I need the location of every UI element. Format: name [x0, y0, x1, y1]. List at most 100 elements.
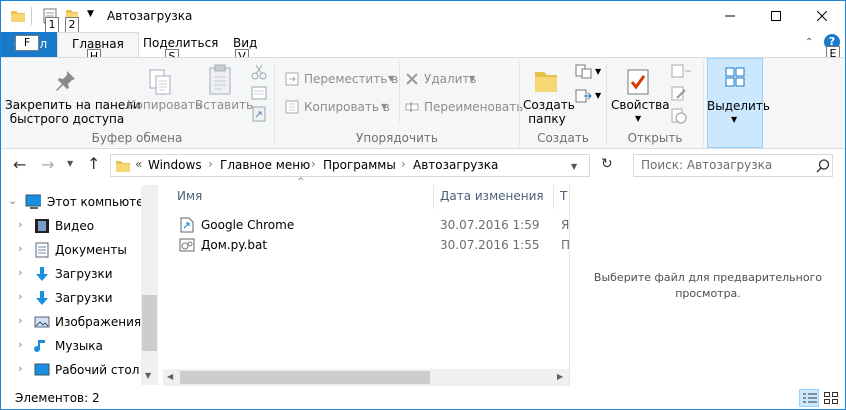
- expand-icon[interactable]: ⌄: [8, 194, 17, 207]
- crumb-start-menu[interactable]: Главное меню: [220, 158, 310, 172]
- crumb-separator-icon[interactable]: ›: [311, 157, 316, 171]
- keytip-file: F: [15, 35, 39, 51]
- download-icon: [36, 267, 48, 281]
- crumb-startup[interactable]: Автозагрузка: [413, 158, 498, 172]
- nav-item-pictures[interactable]: › Изображения: [1, 311, 141, 335]
- large-icons-view-button[interactable]: [821, 389, 841, 407]
- delete-icon: [406, 73, 418, 85]
- horizontal-scrollbar[interactable]: ◀ ▶: [163, 369, 569, 386]
- nav-item-desktop[interactable]: › Рабочий стол: [1, 359, 141, 383]
- copy-path-icon[interactable]: [251, 86, 267, 100]
- file-row[interactable]: Дом.py.bat 30.07.2016 1:55 П: [177, 235, 570, 255]
- collapse-chevron-icon[interactable]: ›: [18, 266, 22, 279]
- address-overflow[interactable]: «: [135, 157, 142, 171]
- nav-label: Видео: [55, 219, 95, 233]
- select-button[interactable]: Выделить ▼: [707, 58, 770, 148]
- preview-pane: Выберите файл для предварительного просм…: [569, 185, 845, 385]
- nav-label: Музыка: [55, 339, 103, 353]
- paste-button[interactable]: Вставить: [195, 62, 253, 122]
- collapse-chevron-icon[interactable]: ›: [18, 290, 22, 303]
- organize-divider: [399, 62, 400, 122]
- easy-access-dropdown-icon[interactable]: ▼: [595, 91, 601, 100]
- properties-label: Свойства: [611, 98, 670, 112]
- move-to-button[interactable]: Переместить в ▼: [285, 70, 398, 90]
- file-name: Дом.py.bat: [201, 238, 268, 252]
- column-divider[interactable]: [553, 185, 554, 209]
- column-header-name[interactable]: Имя: [177, 189, 202, 203]
- up-button[interactable]: ↑: [87, 154, 100, 173]
- easy-access-icon[interactable]: [575, 88, 593, 104]
- history-icon[interactable]: [671, 108, 687, 124]
- nav-label: Загрузки: [55, 291, 113, 305]
- collapse-chevron-icon[interactable]: ›: [18, 242, 22, 255]
- pin-button[interactable]: Закрепить на панели быстрого доступа: [5, 62, 141, 130]
- nav-item-downloads[interactable]: › Загрузки: [1, 263, 141, 287]
- copy-to-icon: [285, 100, 299, 114]
- nav-item-this-pc[interactable]: ⌄ Этот компьютер: [1, 191, 157, 215]
- cut-icon[interactable]: [251, 64, 267, 80]
- open-icon[interactable]: [671, 64, 693, 78]
- copy-button[interactable]: Копировать: [127, 62, 202, 122]
- copy-to-button[interactable]: Копировать в ▼: [285, 98, 395, 118]
- edit-icon[interactable]: [671, 86, 687, 102]
- pin-label-line2: быстрого доступа: [9, 112, 125, 126]
- tab-share[interactable]: Поделиться: [143, 36, 218, 50]
- quick-access-dropdown-icon[interactable]: ▼: [87, 9, 94, 19]
- pin-icon: [56, 71, 75, 91]
- new-folder-button[interactable]: Создать папку: [523, 62, 575, 128]
- collapse-chevron-icon[interactable]: ›: [18, 362, 22, 375]
- tab-share-label: Поделиться: [143, 36, 219, 50]
- new-folder-icon: [535, 72, 557, 92]
- tab-view[interactable]: Вид: [233, 36, 257, 50]
- address-bar[interactable]: « Windows › Главное меню › Программы › А…: [110, 154, 590, 177]
- recent-locations-icon[interactable]: ▼: [67, 159, 73, 168]
- paste-shortcut-icon[interactable]: [251, 106, 267, 122]
- copy-to-label: Копировать в: [304, 100, 390, 114]
- nav-scrollbar-thumb[interactable]: [142, 295, 157, 351]
- refresh-icon[interactable]: ↻: [601, 156, 613, 172]
- back-button[interactable]: ←: [13, 155, 26, 174]
- select-dropdown-icon: ▼: [731, 115, 738, 124]
- minimize-ribbon-icon[interactable]: ⌃: [805, 37, 813, 48]
- address-history-icon[interactable]: ▼: [571, 162, 577, 171]
- nav-item-documents[interactable]: › Документы: [1, 239, 141, 263]
- file-row[interactable]: Google Chrome 30.07.2016 1:59 Я: [177, 215, 569, 235]
- new-item-dropdown-icon[interactable]: ▼: [595, 67, 601, 76]
- nav-item-downloads-2[interactable]: › Загрузки: [1, 287, 141, 311]
- maximize-button[interactable]: [753, 1, 799, 31]
- preview-message-line2: просмотра.: [675, 287, 741, 300]
- nav-item-video[interactable]: › Видео: [1, 215, 141, 239]
- new-item-icon[interactable]: [575, 64, 593, 80]
- collapse-chevron-icon[interactable]: ›: [18, 338, 22, 351]
- horizontal-scrollbar-thumb[interactable]: [180, 371, 430, 384]
- rename-button[interactable]: Переименовать: [405, 98, 523, 118]
- collapse-chevron-icon[interactable]: ›: [18, 314, 22, 327]
- properties-dropdown-icon: ▼: [635, 114, 642, 123]
- move-to-icon: [285, 72, 299, 86]
- shortcut-file-icon: [180, 217, 194, 233]
- scroll-left-icon[interactable]: ◀: [167, 372, 173, 381]
- navigation-pane: ⌄ Этот компьютер › Видео › Документы › З…: [1, 185, 158, 385]
- crumb-separator-icon[interactable]: ›: [401, 157, 406, 171]
- column-header-date[interactable]: Дата изменения: [440, 189, 544, 203]
- nav-scrollbar[interactable]: ▼: [141, 185, 158, 385]
- column-divider[interactable]: [433, 185, 434, 209]
- delete-button[interactable]: Удалить ▼: [405, 70, 485, 90]
- search-box[interactable]: Поиск: Автозагрузка: [633, 154, 833, 177]
- properties-button[interactable]: Свойства ▼: [611, 62, 670, 128]
- crumb-separator-icon[interactable]: ›: [208, 157, 213, 171]
- new-group-label: Создать: [537, 131, 589, 145]
- minimize-button[interactable]: [707, 1, 753, 31]
- nav-item-music[interactable]: › Музыка: [1, 335, 141, 359]
- collapse-chevron-icon[interactable]: ›: [18, 218, 22, 231]
- crumb-windows[interactable]: Windows: [148, 158, 202, 172]
- details-view-button[interactable]: [799, 389, 819, 407]
- scroll-down-icon[interactable]: ▼: [145, 371, 151, 380]
- column-header-type[interactable]: Т: [560, 189, 567, 203]
- crumb-programs[interactable]: Программы: [323, 158, 396, 172]
- close-button[interactable]: [799, 1, 845, 31]
- scroll-right-icon[interactable]: ▶: [557, 372, 563, 381]
- forward-button[interactable]: →: [41, 155, 54, 174]
- search-input[interactable]: Поиск: Автозагрузка: [641, 158, 772, 172]
- new-folder-label-line1: Создать: [523, 98, 575, 112]
